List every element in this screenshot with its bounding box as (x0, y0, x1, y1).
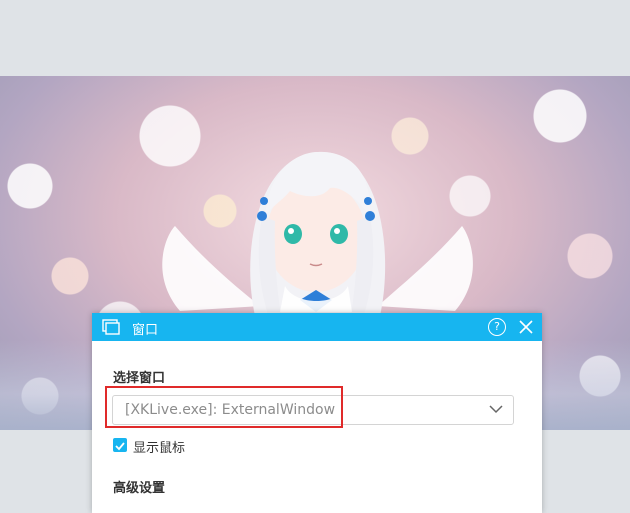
select-window-label: 选择窗口 (113, 371, 166, 386)
dialog-title: 窗口 (132, 323, 159, 338)
show-cursor-label: 显示鼠标 (133, 441, 186, 456)
show-cursor-checkbox[interactable] (113, 438, 127, 452)
chevron-down-icon (489, 405, 503, 414)
advanced-settings-label: 高级设置 (113, 481, 166, 496)
checkmark-icon (115, 442, 125, 451)
window-source-dialog: 窗口 ? 选择窗口 [XKLive.exe]: ExternalWindow 显… (92, 313, 542, 513)
help-button[interactable]: ? (488, 318, 506, 336)
annotation-highlight-box (105, 386, 343, 428)
window-icon (102, 319, 120, 335)
close-icon[interactable] (518, 319, 534, 335)
dialog-titlebar: 窗口 ? (92, 313, 542, 341)
